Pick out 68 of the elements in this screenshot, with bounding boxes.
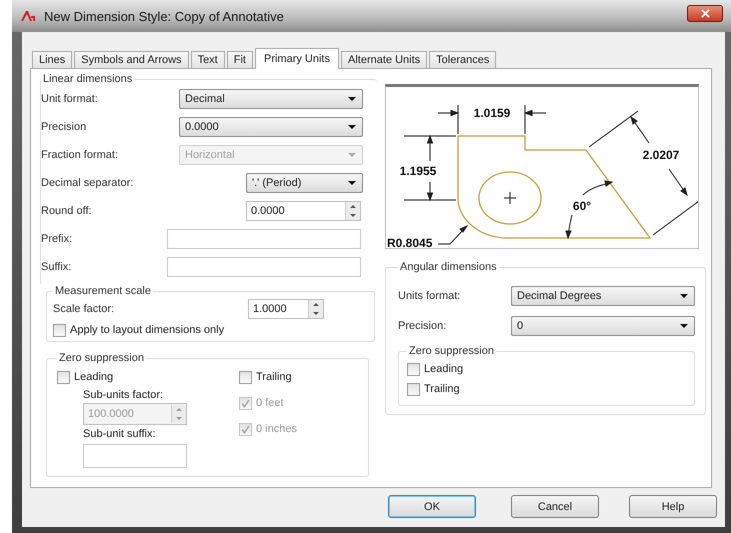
- group-title: Linear dimensions: [42, 73, 134, 85]
- leader-line: [438, 224, 468, 244]
- field-label: Units format:: [398, 290, 462, 302]
- tab[interactable]: Alternate Units: [341, 51, 428, 68]
- group-title: Zero suppression: [58, 352, 145, 364]
- tab[interactable]: Symbols and Arrows: [74, 51, 189, 68]
- field-label: Fraction format:: [41, 149, 120, 161]
- caret-icon: [348, 97, 356, 101]
- dimension-label: 1.0159: [474, 106, 510, 120]
- window-title: New Dimension Style: Copy of Annotative: [44, 8, 284, 24]
- text-input[interactable]: [167, 229, 361, 249]
- dialog-button[interactable]: Cancel: [511, 495, 599, 518]
- app-logo-icon: [20, 10, 36, 22]
- field-label: Suffix:: [41, 261, 72, 273]
- spin-arrows-icon[interactable]: [308, 300, 323, 318]
- dropdown[interactable]: Decimal: [179, 89, 363, 109]
- dropdown[interactable]: 0: [511, 316, 695, 336]
- field-label: Prefix:: [41, 233, 74, 245]
- tab[interactable]: Primary Units: [254, 48, 339, 69]
- group-title: Angular dimensions: [399, 261, 498, 273]
- checkbox[interactable]: [239, 370, 252, 384]
- dropdown[interactable]: '.' (Period): [246, 173, 363, 193]
- checkbox-label: 0 inches: [256, 423, 297, 435]
- dropdown[interactable]: Decimal Degrees: [511, 286, 695, 306]
- group-title: Zero suppression: [408, 345, 495, 357]
- checkbox-label: Leading: [74, 371, 114, 383]
- field-label: Unit format:: [41, 93, 99, 105]
- center-mark-icon: [504, 192, 516, 204]
- field-label: Sub-unit suffix:: [83, 428, 157, 442]
- field-label: Sub-units factor:: [83, 389, 164, 403]
- caret-icon: [680, 324, 688, 328]
- group-title: Measurement scale: [54, 285, 152, 297]
- caret-icon: [348, 153, 356, 157]
- checkbox-label: 0 feet: [256, 397, 284, 409]
- caret-icon: [680, 294, 688, 298]
- checkbox[interactable]: [407, 382, 420, 396]
- tab[interactable]: Fit: [226, 51, 253, 68]
- spinner-field[interactable]: 0.0000: [246, 201, 361, 221]
- dimension-label: 60°: [572, 199, 592, 213]
- field-label: Round off:: [41, 205, 93, 217]
- checkbox[interactable]: [407, 362, 420, 376]
- checkbox-label: Trailing: [256, 371, 292, 383]
- checkbox-label: Trailing: [424, 383, 460, 395]
- close-button[interactable]: [687, 5, 723, 22]
- tab[interactable]: Lines: [32, 51, 72, 68]
- dimension-label: 1.1955: [400, 164, 436, 178]
- dialog-button[interactable]: Help: [629, 495, 717, 518]
- tab[interactable]: Tolerances: [429, 51, 496, 68]
- checkbox[interactable]: [53, 324, 66, 336]
- caret-icon: [348, 181, 356, 185]
- field-label: Decimal separator:: [41, 177, 134, 189]
- dropdown[interactable]: 0.0000: [179, 117, 363, 137]
- checkbox-label: Apply to layout dimensions only: [70, 324, 224, 336]
- dialog-button[interactable]: OK: [388, 495, 476, 518]
- dimension-label: 2.0207: [642, 148, 680, 162]
- text-input[interactable]: [167, 257, 361, 277]
- spinner-field[interactable]: 1.0000: [248, 299, 324, 319]
- spin-arrows-icon[interactable]: [345, 202, 360, 220]
- tab[interactable]: Text: [190, 51, 225, 68]
- text-input[interactable]: [83, 444, 187, 468]
- field-label: Scale factor:: [53, 303, 116, 315]
- field-label: Precision:: [398, 320, 448, 332]
- close-icon: [700, 9, 710, 18]
- checkbox-label: Leading: [424, 363, 464, 375]
- dimension-label: R0.8045: [387, 236, 432, 248]
- field-label: Precision: [41, 121, 88, 133]
- caret-icon: [348, 125, 356, 129]
- checkbox[interactable]: [57, 370, 70, 384]
